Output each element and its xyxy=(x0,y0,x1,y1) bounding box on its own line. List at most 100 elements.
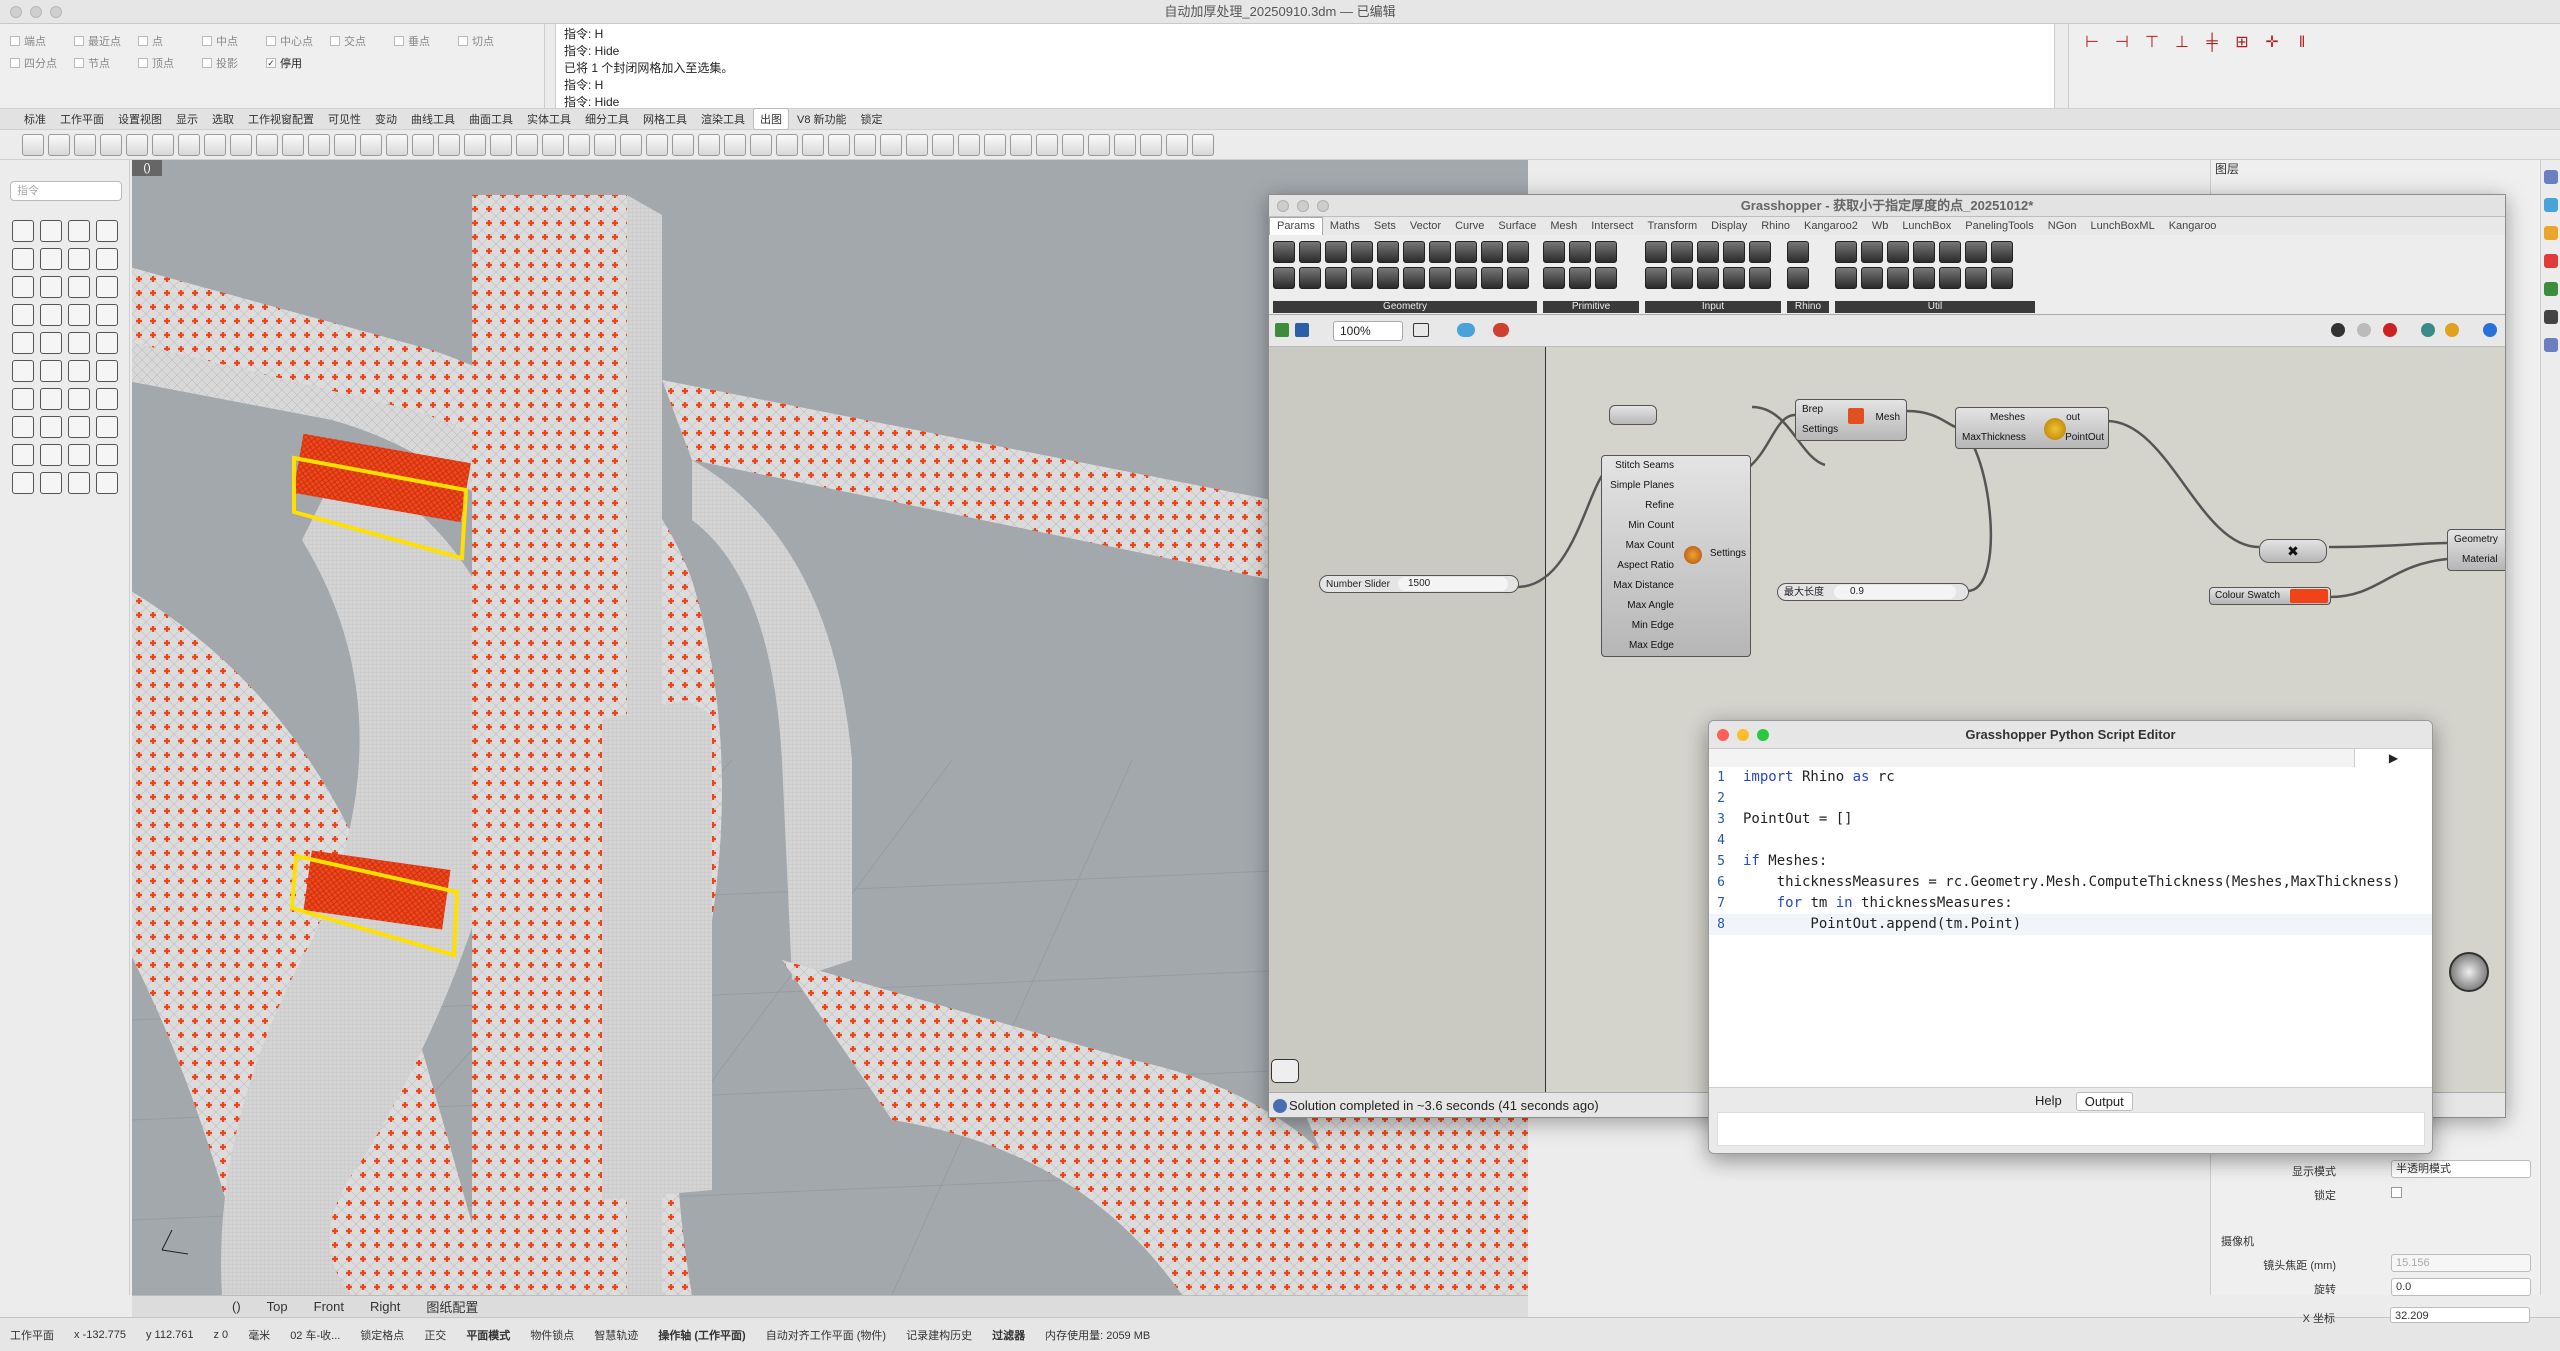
rotation-field[interactable]: 0.0 xyxy=(2391,1278,2531,1296)
align-center-icon[interactable]: ⊣ xyxy=(2109,32,2135,54)
modeling-tool-icon[interactable] xyxy=(96,332,118,354)
modeling-tool-icon[interactable] xyxy=(40,276,62,298)
code-line[interactable]: 5 if Meshes: xyxy=(1709,851,2432,872)
gh-component-icon[interactable] xyxy=(1403,267,1425,289)
modeling-tool-icon[interactable] xyxy=(96,444,118,466)
viewport-tab-2[interactable]: Right xyxy=(370,1299,400,1314)
modeling-tool-icon[interactable] xyxy=(68,472,90,494)
colour-swatch-value[interactable] xyxy=(2290,589,2328,603)
osnap-checkbox[interactable] xyxy=(266,36,276,46)
osnap-checkbox[interactable] xyxy=(138,58,148,68)
osnap-checkbox[interactable] xyxy=(202,36,212,46)
layout-tool-icon[interactable] xyxy=(906,133,928,156)
layout-tool-icon[interactable] xyxy=(308,133,330,156)
layout-tool-icon[interactable] xyxy=(1088,133,1110,156)
close-button[interactable] xyxy=(10,6,22,18)
gh-component-icon[interactable] xyxy=(1723,241,1745,263)
gh-component-icon[interactable] xyxy=(1697,241,1719,263)
out-output[interactable]: out xyxy=(2066,412,2080,423)
gh-component-icon[interactable] xyxy=(1429,267,1451,289)
modeling-tool-icon[interactable] xyxy=(96,472,118,494)
run-button[interactable]: ▶ xyxy=(2354,749,2432,767)
gh-component-icon[interactable] xyxy=(1645,267,1667,289)
layout-tool-icon[interactable] xyxy=(282,133,304,156)
tab-16[interactable]: 锁定 xyxy=(855,109,889,129)
layout-tool-icon[interactable] xyxy=(984,133,1006,156)
align-top-icon[interactable]: ⊤ xyxy=(2139,32,2165,54)
tab-11[interactable]: 细分工具 xyxy=(579,109,635,129)
gh-tab-17[interactable]: Kangaroo xyxy=(2162,220,2224,232)
modeling-tool-icon[interactable] xyxy=(68,304,90,326)
status-toggle-3[interactable]: 物件锁点 xyxy=(520,1327,584,1343)
osnap-4[interactable]: 中心点 xyxy=(266,34,330,48)
modeling-tool-icon[interactable] xyxy=(68,332,90,354)
tab-8[interactable]: 曲线工具 xyxy=(405,109,461,129)
layout-tool-icon[interactable] xyxy=(22,133,44,156)
layout-tool-icon[interactable] xyxy=(698,133,720,156)
help-tab[interactable]: Help xyxy=(2027,1092,2070,1111)
preview-shaded-icon[interactable] xyxy=(2421,323,2435,337)
tab-0[interactable]: 标准 xyxy=(18,109,52,129)
py-minimize-button[interactable] xyxy=(1737,729,1749,741)
preview-selected-icon[interactable] xyxy=(2445,323,2459,337)
distribute-icon[interactable]: ⊞ xyxy=(2229,32,2255,54)
gh-tab-15[interactable]: NGon xyxy=(2041,220,2084,232)
modeling-tool-icon[interactable] xyxy=(12,360,34,382)
osnap-checkbox[interactable] xyxy=(74,58,84,68)
osnap-checkbox[interactable] xyxy=(10,36,20,46)
gh-component-icon[interactable] xyxy=(1787,241,1809,263)
gh-tab-8[interactable]: Transform xyxy=(1640,220,1704,232)
gh-tab-4[interactable]: Curve xyxy=(1448,220,1491,232)
osnap-checkbox[interactable] xyxy=(10,58,20,68)
gh-tab-3[interactable]: Vector xyxy=(1403,220,1448,232)
viewport-tab-0[interactable]: Top xyxy=(267,1299,288,1314)
tab-4[interactable]: 选取 xyxy=(206,109,240,129)
layout-tool-icon[interactable] xyxy=(646,133,668,156)
osnap-checkbox[interactable] xyxy=(394,36,404,46)
document-preview-icon[interactable] xyxy=(2483,323,2497,337)
layout-tool-icon[interactable] xyxy=(750,133,772,156)
settings-input-8[interactable]: Min Edge xyxy=(1602,616,1750,636)
osnap-3[interactable]: 中点 xyxy=(202,34,266,48)
layout-tool-icon[interactable] xyxy=(1192,133,1214,156)
colour-swatch-node[interactable]: Colour Swatch xyxy=(2209,587,2331,605)
layout-tool-icon[interactable] xyxy=(490,133,512,156)
status-toggle-7[interactable]: 记录建构历史 xyxy=(896,1327,982,1343)
code-line[interactable]: 1 import Rhino as rc xyxy=(1709,767,2432,788)
render-icon[interactable] xyxy=(2544,254,2558,268)
modeling-tool-icon[interactable] xyxy=(12,388,34,410)
wire-display-icon[interactable] xyxy=(2331,323,2345,337)
tab-9[interactable]: 曲面工具 xyxy=(463,109,519,129)
layout-tool-icon[interactable] xyxy=(438,133,460,156)
gh-tab-0[interactable]: Params xyxy=(1269,217,1323,235)
osnap-2[interactable]: 点 xyxy=(138,34,202,48)
layout-tool-icon[interactable] xyxy=(672,133,694,156)
gh-tab-16[interactable]: LunchBoxML xyxy=(2084,220,2162,232)
gh-tab-2[interactable]: Sets xyxy=(1367,220,1403,232)
sketch-icon[interactable] xyxy=(1493,323,1509,337)
layout-tool-icon[interactable] xyxy=(854,133,876,156)
status-layer[interactable]: 02 车-收... xyxy=(280,1327,350,1343)
brep-to-mesh-node[interactable]: Brep Settings Mesh xyxy=(1795,399,1907,441)
viewport-title[interactable]: () xyxy=(132,160,162,176)
gh-component-icon[interactable] xyxy=(1991,267,2013,289)
settings-input-1[interactable]: Simple Planes xyxy=(1602,476,1750,496)
pointout-output[interactable]: PointOut xyxy=(2065,432,2104,443)
modeling-tool-icon[interactable] xyxy=(40,388,62,410)
modeling-tool-icon[interactable] xyxy=(12,248,34,270)
layout-tool-icon[interactable] xyxy=(464,133,486,156)
osnap-checkbox[interactable] xyxy=(138,36,148,46)
layout-tool-icon[interactable] xyxy=(880,133,902,156)
py-close-button[interactable] xyxy=(1717,729,1729,741)
command-search-input[interactable]: 指令 xyxy=(10,181,122,201)
osnap-10[interactable]: 顶点 xyxy=(138,56,202,70)
gh-component-icon[interactable] xyxy=(1723,267,1745,289)
gh-component-icon[interactable] xyxy=(1939,241,1961,263)
osnap-0[interactable]: 端点 xyxy=(10,34,74,48)
tab-12[interactable]: 网格工具 xyxy=(637,109,693,129)
modeling-tool-icon[interactable] xyxy=(96,276,118,298)
layout-tool-icon[interactable] xyxy=(334,133,356,156)
layout-tool-icon[interactable] xyxy=(412,133,434,156)
py-zoom-button[interactable] xyxy=(1757,729,1769,741)
gh-component-icon[interactable] xyxy=(1835,241,1857,263)
